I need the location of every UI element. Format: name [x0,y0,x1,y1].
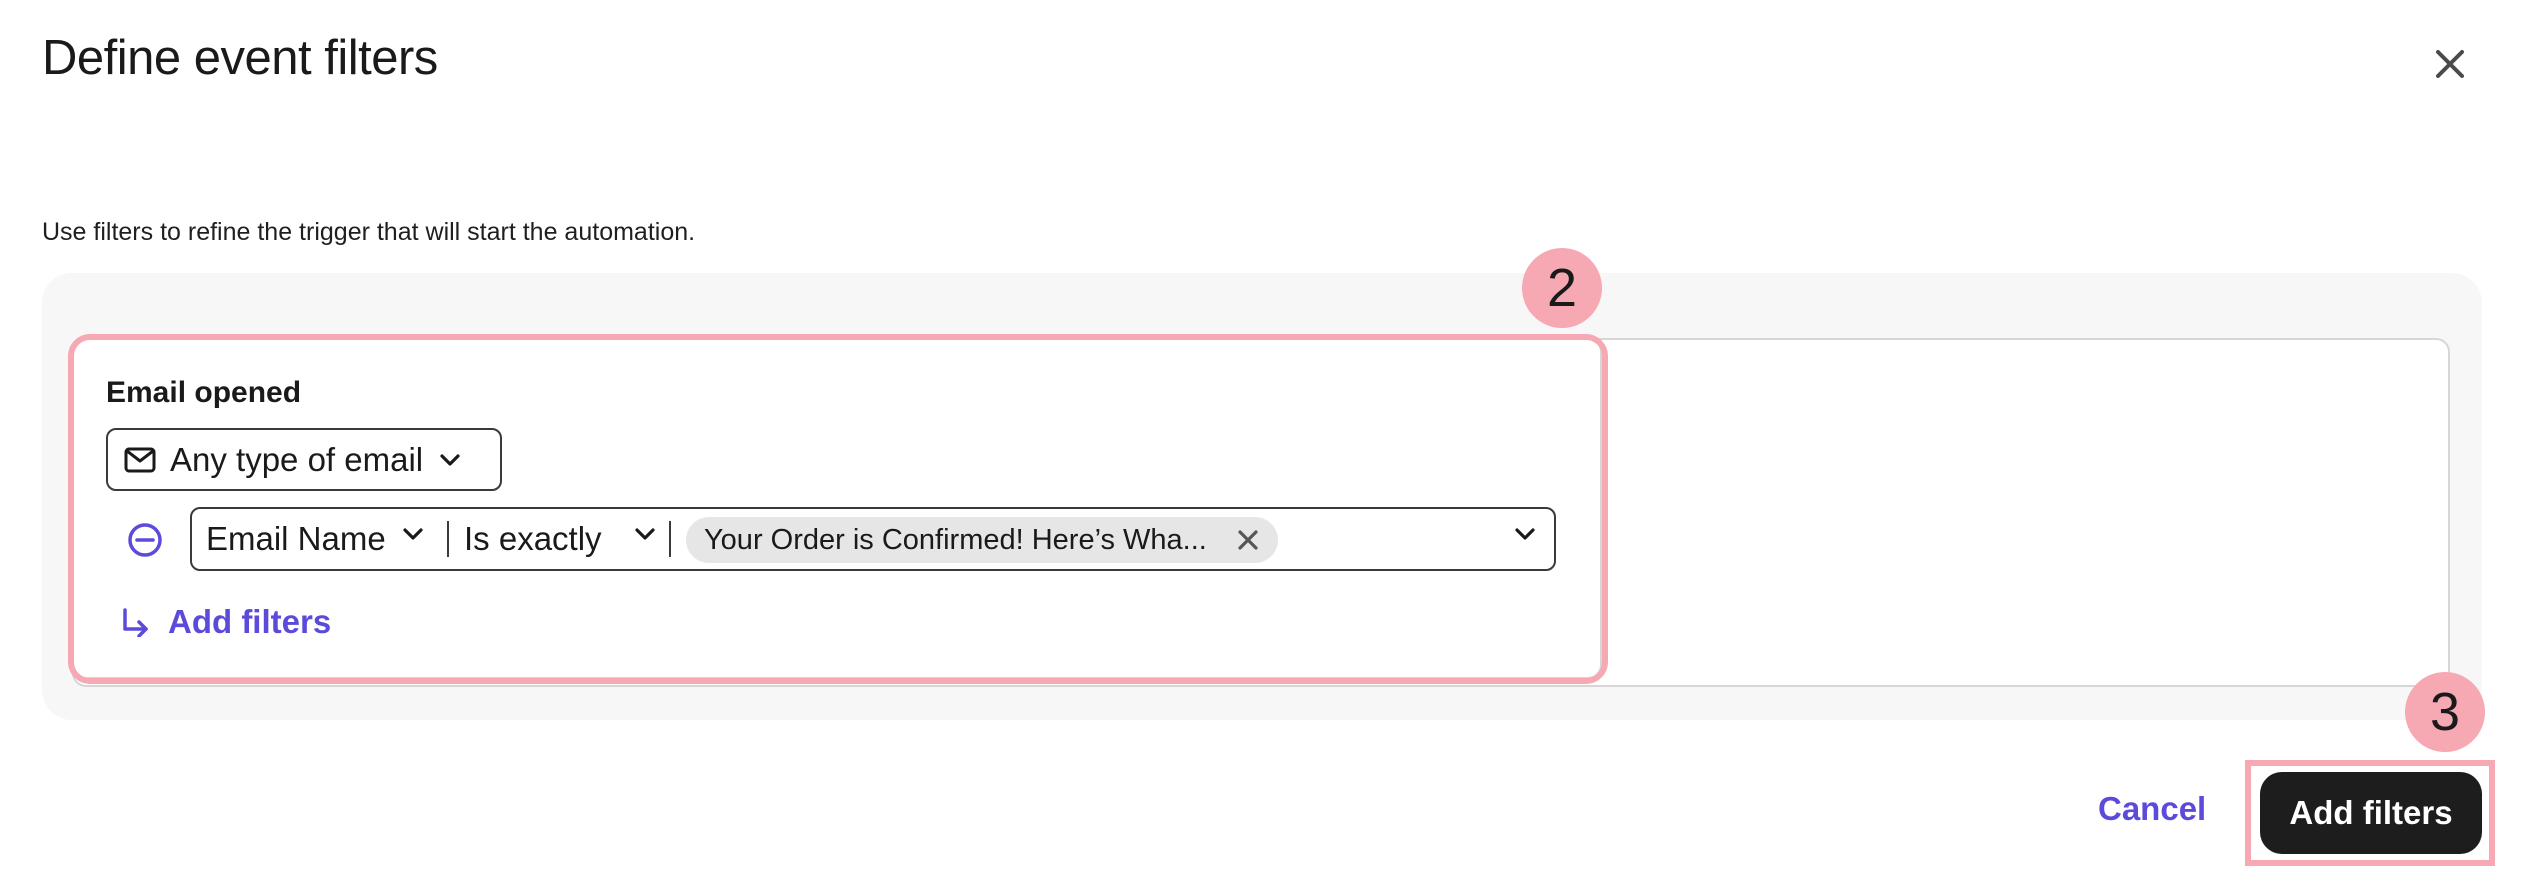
mail-icon [124,447,156,472]
condition-value-label: Your Order is Confirmed! Here’s Wha... [704,523,1207,556]
condition-operator-select[interactable]: Is exactly [464,509,664,569]
divider [447,521,449,557]
add-filter-link[interactable]: Add filters [120,603,331,641]
condition-value-dropdown[interactable] [1514,527,1536,546]
condition-field-select[interactable]: Email Name [206,509,436,569]
remove-condition-button[interactable] [126,521,164,559]
condition-field-label: Email Name [206,520,386,557]
add-filter-label: Add filters [168,603,332,640]
cancel-button[interactable]: Cancel [2098,790,2206,828]
dialog-description: Use filters to refine the trigger that w… [42,218,696,246]
condition-value-chip: Your Order is Confirmed! Here’s Wha... [686,517,1278,563]
filter-card-title: Email opened [106,376,302,409]
close-icon [2436,50,2464,78]
email-type-label: Any type of email [170,440,424,478]
chevron-down-icon [439,453,461,467]
dialog-title: Define event filters [42,31,438,85]
step-2-badge: 2 [1522,248,1602,328]
email-type-select[interactable]: Any type of email [106,428,502,491]
step-3-badge: 3 [2405,672,2485,752]
minus-circle-icon [128,523,162,557]
chip-remove-button[interactable] [1236,528,1260,552]
condition-operator-label: Is exactly [464,520,602,557]
condition-row: Email Name Is exactly Your Order is Conf… [190,507,1556,571]
x-icon [1238,530,1258,550]
close-button[interactable] [2424,38,2476,90]
divider [669,521,671,557]
add-filters-button[interactable]: Add filters [2260,772,2482,854]
chevron-down-icon [1515,528,1535,540]
chevron-down-icon [634,527,656,546]
chevron-down-icon [402,527,424,546]
arrow-turn-down-right-icon [123,608,148,637]
